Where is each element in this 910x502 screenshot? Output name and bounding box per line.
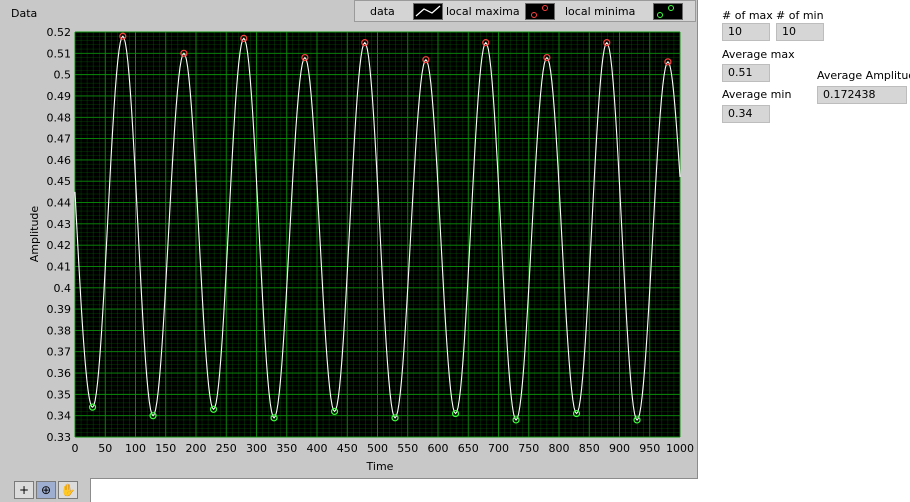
x-tick-label: 500 xyxy=(367,442,388,455)
x-tick-label: 450 xyxy=(337,442,358,455)
y-tick-label: 0.44 xyxy=(47,197,72,210)
x-tick-label: 100 xyxy=(125,442,146,455)
y-tick-label: 0.38 xyxy=(47,324,72,337)
y-tick-label: 0.43 xyxy=(47,218,72,231)
x-tick-label: 250 xyxy=(216,442,237,455)
average-amplitude-indicator: 0.172438 xyxy=(817,86,907,104)
y-tick-label: 0.34 xyxy=(47,410,72,423)
y-tick-label: 0.51 xyxy=(47,47,72,60)
y-tick-label: 0.39 xyxy=(47,303,72,316)
x-tick-label: 750 xyxy=(518,442,539,455)
x-tick-label: 0 xyxy=(72,442,79,455)
y-axis-label: Amplitude xyxy=(28,206,41,263)
x-tick-label: 1000 xyxy=(666,442,694,455)
plot-area[interactable]: 0 50 100 150 200 250 300 350 400 450 500 550 600 650 7… xyxy=(0,0,697,478)
y-tick-label: 0.52 xyxy=(47,26,72,39)
y-tick-label: 0.35 xyxy=(47,388,72,401)
average-amplitude-label: Average Amplitude xyxy=(817,69,910,82)
x-tick-label: 550 xyxy=(397,442,418,455)
x-tick-label: 900 xyxy=(609,442,630,455)
x-tick-label: 150 xyxy=(155,442,176,455)
x-tick-label: 700 xyxy=(488,442,509,455)
y-tick-label: 0.46 xyxy=(47,154,72,167)
x-tick-label: 800 xyxy=(549,442,570,455)
x-tick-label: 850 xyxy=(579,442,600,455)
pan-hand-icon[interactable]: ✋ xyxy=(58,481,78,499)
num-min-label: # of min xyxy=(776,9,824,22)
y-tick-label: 0.33 xyxy=(47,431,72,444)
x-tick-label: 950 xyxy=(639,442,660,455)
x-tick-label: 300 xyxy=(246,442,267,455)
x-tick-label: 650 xyxy=(458,442,479,455)
average-min-indicator: 0.34 xyxy=(722,105,770,123)
y-tick-label: 0.4 xyxy=(54,282,72,295)
y-tick-label: 0.41 xyxy=(47,260,72,273)
x-tick-label: 200 xyxy=(186,442,207,455)
average-min-label: Average min xyxy=(722,88,792,101)
average-max-label: Average max xyxy=(722,48,795,61)
num-max-indicator: 10 xyxy=(722,23,770,41)
x-tick-label: 50 xyxy=(98,442,112,455)
graph-tools-palette: + ⊕ ✋ xyxy=(0,478,91,502)
y-tick-label: 0.48 xyxy=(47,111,72,124)
num-max-label: # of max xyxy=(722,9,773,22)
x-tick-label: 600 xyxy=(428,442,449,455)
y-tick-label: 0.5 xyxy=(54,69,72,82)
y-tick-label: 0.36 xyxy=(47,367,72,380)
average-max-indicator: 0.51 xyxy=(722,64,770,82)
cursor-tool-icon[interactable]: + xyxy=(14,481,34,499)
waveform-graph: Data data local maxima local minima 0 50 1… xyxy=(0,0,698,479)
y-tick-label: 0.42 xyxy=(47,239,72,252)
num-min-indicator: 10 xyxy=(776,23,824,41)
x-axis-label: Time xyxy=(366,460,394,473)
x-tick-label: 400 xyxy=(307,442,328,455)
y-tick-label: 0.47 xyxy=(47,133,72,146)
y-tick-label: 0.45 xyxy=(47,175,72,188)
zoom-tool-icon[interactable]: ⊕ xyxy=(36,481,56,499)
y-tick-label: 0.37 xyxy=(47,346,72,359)
y-tick-label: 0.49 xyxy=(47,90,72,103)
x-tick-label: 350 xyxy=(276,442,297,455)
